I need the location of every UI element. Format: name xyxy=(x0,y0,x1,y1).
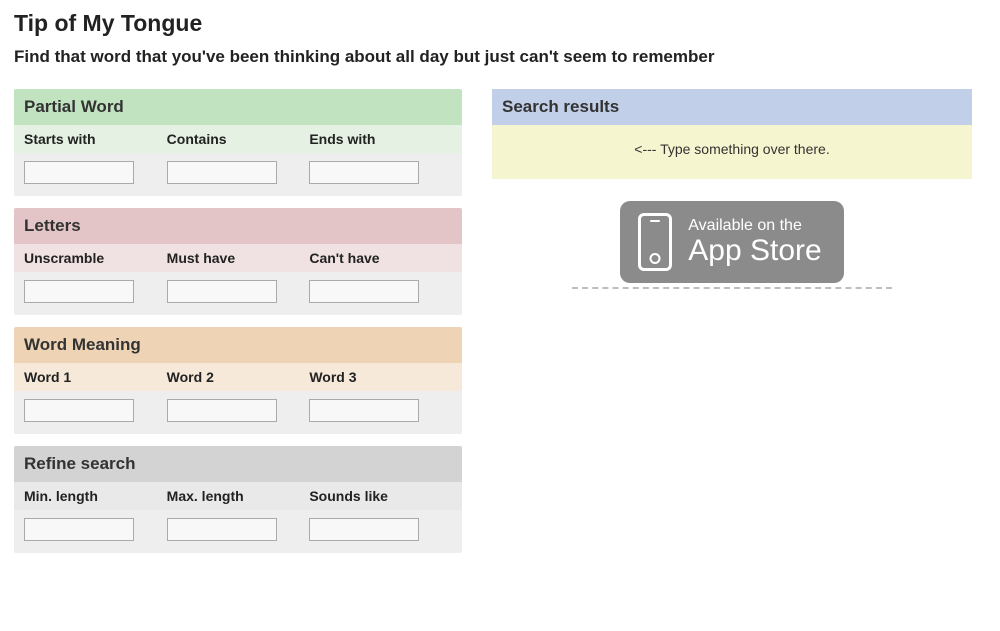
label-starts-with: Starts with xyxy=(24,131,167,147)
input-starts-with[interactable] xyxy=(24,161,134,184)
label-ends-with: Ends with xyxy=(309,131,452,147)
label-min-length: Min. length xyxy=(24,488,167,504)
label-word-2: Word 2 xyxy=(167,369,310,385)
panel-search-results: Search results <--- Type something over … xyxy=(492,89,972,179)
phone-icon xyxy=(638,213,672,271)
input-min-length[interactable] xyxy=(24,518,134,541)
results-header: Search results xyxy=(492,89,972,125)
label-sounds-like: Sounds like xyxy=(309,488,452,504)
input-contains[interactable] xyxy=(167,161,277,184)
label-contains: Contains xyxy=(167,131,310,147)
appstore-underline xyxy=(572,287,892,289)
panel-header-letters: Letters xyxy=(14,208,462,244)
page-subtitle: Find that word that you've been thinking… xyxy=(14,47,986,67)
panel-refine-search: Refine search Min. length Max. length So… xyxy=(14,446,462,553)
input-word-1[interactable] xyxy=(24,399,134,422)
input-unscramble[interactable] xyxy=(24,280,134,303)
label-max-length: Max. length xyxy=(167,488,310,504)
input-ends-with[interactable] xyxy=(309,161,419,184)
label-word-1: Word 1 xyxy=(24,369,167,385)
input-must-have[interactable] xyxy=(167,280,277,303)
input-sounds-like[interactable] xyxy=(309,518,419,541)
panel-letters: Letters Unscramble Must have Can't have xyxy=(14,208,462,315)
input-max-length[interactable] xyxy=(167,518,277,541)
results-placeholder: <--- Type something over there. xyxy=(492,125,972,179)
panel-header-meaning: Word Meaning xyxy=(14,327,462,363)
panel-header-refine: Refine search xyxy=(14,446,462,482)
appstore-line1: Available on the xyxy=(688,217,802,234)
label-word-3: Word 3 xyxy=(309,369,452,385)
input-word-3[interactable] xyxy=(309,399,419,422)
label-must-have: Must have xyxy=(167,250,310,266)
app-store-badge[interactable]: Available on the App Store xyxy=(620,201,843,283)
label-unscramble: Unscramble xyxy=(24,250,167,266)
input-word-2[interactable] xyxy=(167,399,277,422)
panel-word-meaning: Word Meaning Word 1 Word 2 Word 3 xyxy=(14,327,462,434)
panel-header-partial: Partial Word xyxy=(14,89,462,125)
panel-partial-word: Partial Word Starts with Contains Ends w… xyxy=(14,89,462,196)
appstore-line2: App Store xyxy=(688,234,821,267)
page-title: Tip of My Tongue xyxy=(14,10,986,37)
label-cant-have: Can't have xyxy=(309,250,452,266)
input-cant-have[interactable] xyxy=(309,280,419,303)
